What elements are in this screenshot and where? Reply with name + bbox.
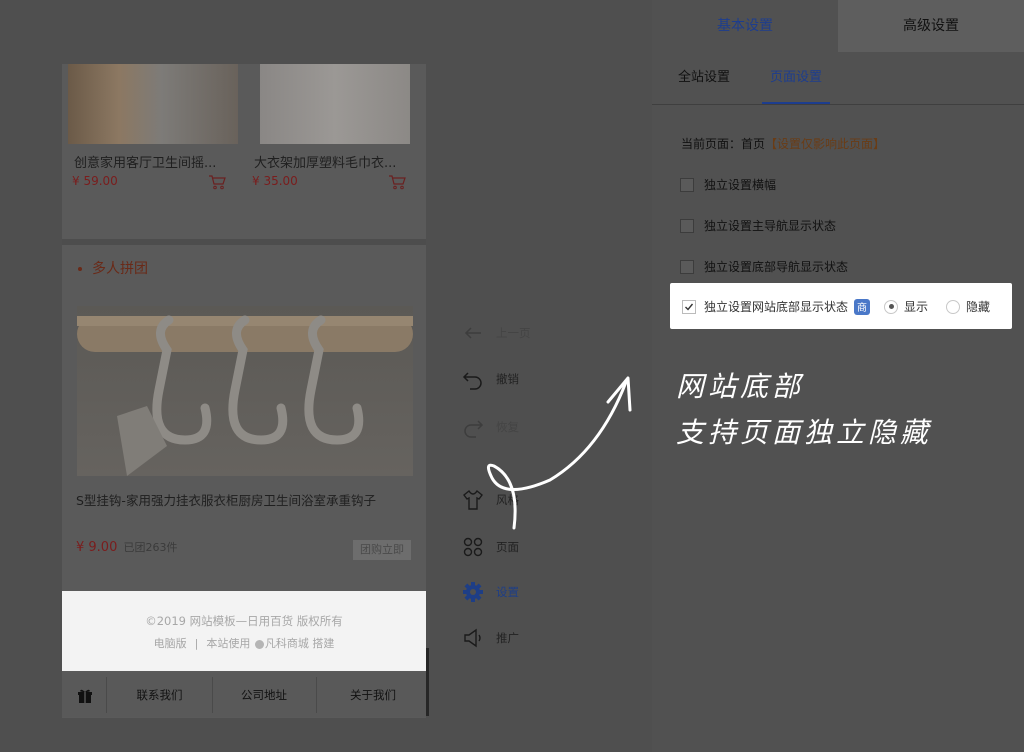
nav-contact-us[interactable]: 联系我们 — [117, 673, 202, 717]
toolbar-label: 推广 — [496, 631, 519, 645]
product-card[interactable]: 大衣架加厚塑料毛巾衣... ¥ 35.00 — [252, 64, 422, 234]
gift-icon[interactable] — [70, 673, 100, 717]
annotation-text: 网站底部 支持页面独立隐藏 — [676, 364, 932, 456]
radio-hide-label[interactable]: 隐藏 — [966, 298, 990, 315]
option-banner[interactable]: 独立设置横幅 — [680, 176, 776, 193]
link-separator: | — [194, 637, 199, 650]
nav-divider — [106, 677, 107, 713]
footer-links: 电脑版 | 本站使用 凡科商城 搭建 — [62, 635, 426, 651]
option-bottom-nav[interactable]: 独立设置底部导航显示状态 — [680, 258, 848, 275]
group-product-image[interactable] — [77, 306, 413, 476]
radio-show-label[interactable]: 显示 — [904, 298, 928, 315]
radio-show[interactable] — [884, 299, 899, 314]
toolbar-prev-page[interactable]: 上一页 — [462, 321, 531, 345]
product-image — [260, 64, 410, 144]
checkbox[interactable] — [680, 177, 694, 192]
pc-version-link[interactable]: 电脑版 — [154, 637, 187, 650]
group-buy-title: 多人拼团 — [78, 258, 148, 278]
option-label: 独立设置横幅 — [704, 178, 777, 192]
nav-divider — [316, 677, 317, 713]
gear-icon — [463, 582, 483, 602]
premium-badge-icon: 商 — [854, 298, 871, 315]
powered-brand-link[interactable]: 凡科商城 — [265, 637, 309, 650]
annotation-line-1: 网站底部 — [676, 370, 805, 403]
checkbox[interactable] — [680, 218, 694, 233]
annotation-line-2: 支持页面独立隐藏 — [676, 416, 933, 449]
product-name: 大衣架加厚塑料毛巾衣... — [254, 156, 397, 171]
tab-advanced-settings[interactable]: 高级设置 — [838, 0, 1024, 52]
nav-company-address[interactable]: 公司地址 — [218, 673, 310, 717]
toolbar-settings[interactable]: 设置 — [462, 580, 519, 604]
subtab-site-settings[interactable]: 全站设置 — [678, 60, 730, 104]
product-price: ¥ 59.00 — [72, 174, 118, 188]
current-page-scope-note: 【设置仅影响此页面】 — [765, 137, 886, 151]
radio-hide[interactable] — [946, 299, 961, 314]
hooks-illustration — [77, 315, 413, 476]
cart-icon[interactable] — [208, 174, 226, 190]
option-main-nav[interactable]: 独立设置主导航显示状态 — [680, 217, 836, 234]
powered-suffix: 搭建 — [312, 637, 335, 650]
group-buy-title-text: 多人拼团 — [92, 261, 148, 277]
brand-logo-icon — [254, 639, 264, 649]
price-value: ¥ 9.00 — [76, 540, 118, 555]
option-footer-label: 独立设置网站底部显示状态 — [704, 300, 849, 314]
arrow-left-icon — [464, 327, 481, 339]
group-product-name: S型挂钩-家用强力挂衣服衣柜厨房卫生间浴室承重钩子 — [76, 493, 376, 508]
check-icon — [685, 303, 694, 311]
bullet-icon — [78, 267, 82, 271]
section-divider — [62, 239, 426, 245]
product-image — [68, 64, 238, 144]
subtab-page-settings[interactable]: 页面设置 — [762, 60, 830, 104]
nav-about-us[interactable]: 关于我们 — [320, 673, 426, 717]
option-label: 独立设置主导航显示状态 — [704, 219, 837, 233]
product-price: ¥ 35.00 — [252, 174, 298, 188]
current-page-label: 当前页面：首页 — [681, 137, 766, 151]
site-footer: ©2019 网站模板—日用百货 版权所有 电脑版 | 本站使用 凡科商城 搭建 — [62, 591, 426, 671]
annotation-arrow-icon — [487, 376, 632, 530]
checkbox-checked[interactable] — [682, 299, 696, 314]
powered-prefix: 本站使用 — [206, 637, 251, 650]
group-product-price: ¥ 9.00 已团263件 — [76, 539, 178, 555]
group-buy-button[interactable]: 团购立即 — [353, 540, 411, 560]
radio-dot — [888, 304, 894, 309]
copyright-text: ©2019 网站模板—日用百货 版权所有 — [145, 614, 343, 628]
bottom-navigation: 联系我们 公司地址 关于我们 — [62, 673, 426, 717]
option-label: 独立设置底部导航显示状态 — [704, 260, 849, 274]
nav-divider — [212, 677, 213, 713]
megaphone-icon — [464, 628, 481, 648]
subtab-divider — [652, 104, 1024, 105]
tab-basic-settings[interactable]: 基本设置 — [652, 0, 838, 52]
sold-count: 已团263件 — [123, 541, 178, 554]
checkbox[interactable] — [680, 259, 694, 274]
toolbar-promote[interactable]: 推广 — [462, 626, 519, 650]
option-footer-highlight: 独立设置网站底部显示状态 商 显示 隐藏 — [670, 283, 1012, 329]
current-page-info: 当前页面：首页【设置仅影响此页面】 — [681, 135, 885, 152]
product-name: 创意家用客厅卫生间摇... — [74, 156, 217, 171]
toolbar-label: 上一页 — [496, 326, 531, 340]
toolbar-label: 设置 — [496, 585, 519, 599]
cart-icon[interactable] — [388, 174, 406, 190]
product-card[interactable]: 创意家用客厅卫生间摇... ¥ 59.00 — [62, 64, 238, 234]
preview-scrollbar[interactable] — [426, 648, 429, 716]
